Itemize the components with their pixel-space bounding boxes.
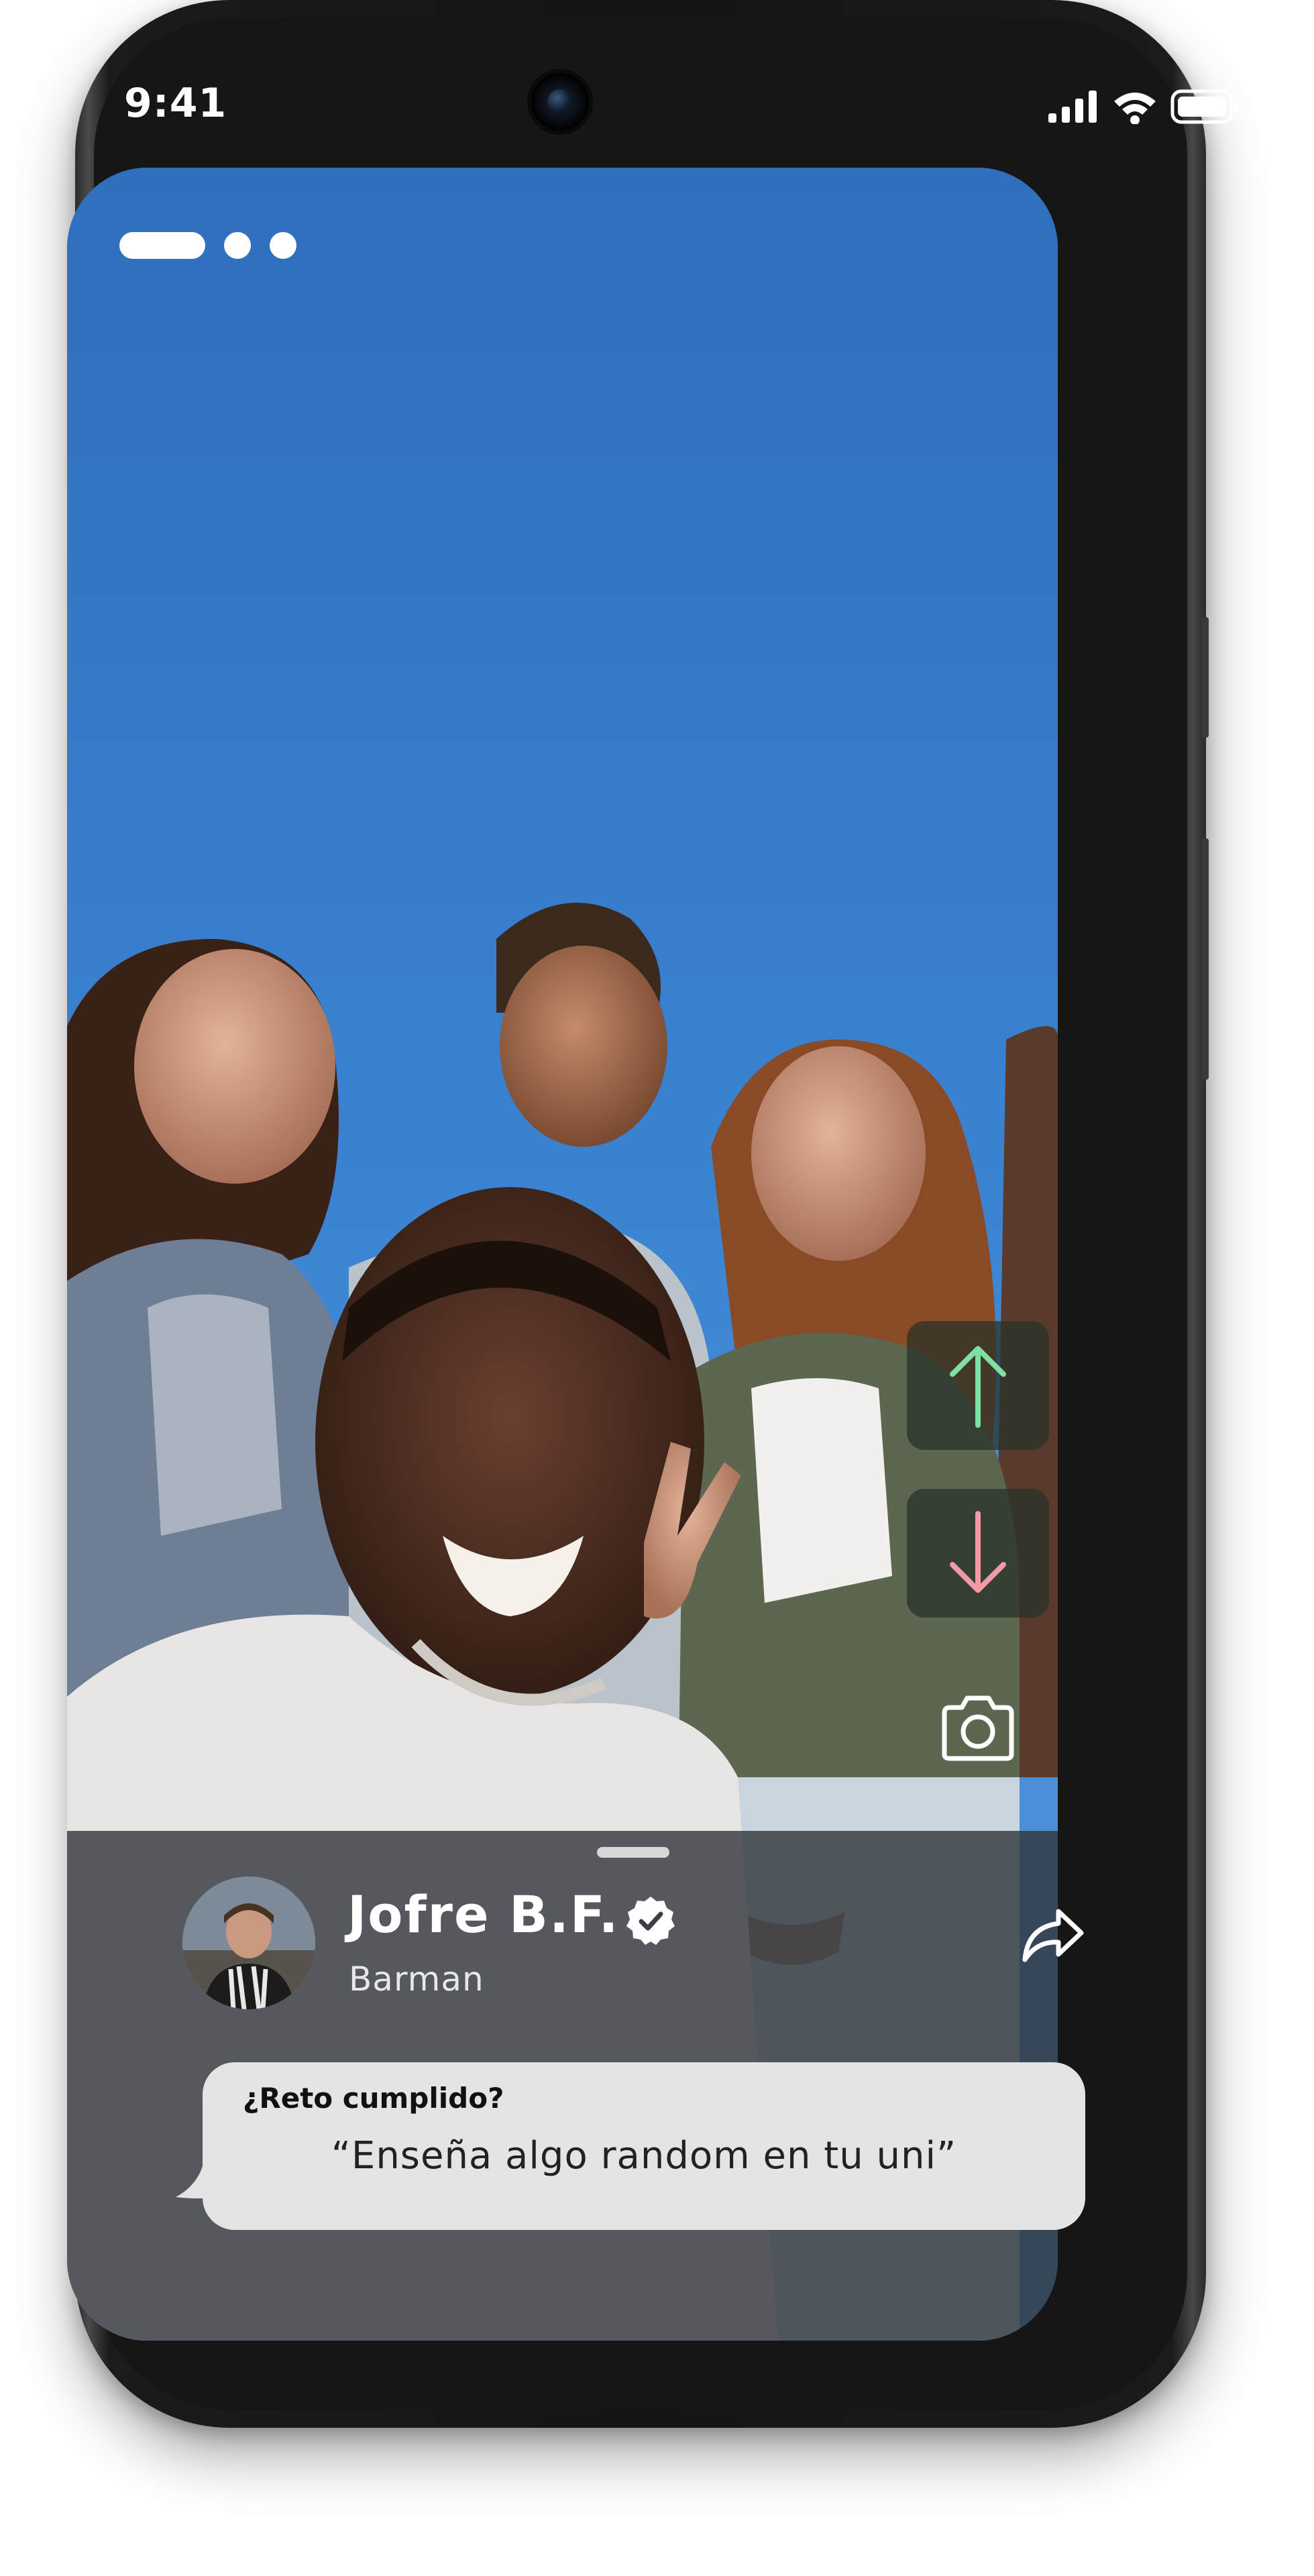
camera-button[interactable] — [907, 1663, 1049, 1792]
status-bar: 9:41 — [0, 70, 1314, 144]
story-progress-indicator — [119, 232, 296, 259]
wifi-icon — [1114, 93, 1156, 124]
volume-button — [1202, 617, 1209, 738]
user-role: Barman — [349, 1960, 484, 1999]
battery-icon — [1170, 89, 1239, 124]
share-button[interactable] — [1013, 1898, 1093, 1972]
camera-icon — [942, 1695, 1014, 1761]
drag-handle[interactable] — [597, 1847, 669, 1858]
upvote-button[interactable] — [907, 1321, 1049, 1450]
story-screen[interactable] — [67, 168, 1058, 2341]
progress-segment — [224, 232, 251, 259]
power-button — [1202, 838, 1209, 1080]
status-icons — [1048, 87, 1240, 127]
verified-badge-icon — [626, 1897, 675, 1945]
downvote-button[interactable] — [907, 1489, 1049, 1618]
arrow-up-icon — [950, 1346, 1006, 1428]
user-name: Jofre B.F. — [347, 1885, 620, 1944]
avatar-image — [182, 1877, 315, 2009]
status-time: 9:41 — [124, 80, 227, 127]
arrow-down-icon — [950, 1511, 1006, 1593]
progress-segment-active — [119, 232, 205, 259]
challenge-quote: “Enseña algo random en tu uni” — [331, 2134, 957, 2178]
share-icon — [1022, 1909, 1084, 1962]
front-camera — [531, 73, 589, 131]
progress-segment — [270, 232, 296, 259]
avatar[interactable] — [182, 1877, 315, 2009]
challenge-title: ¿Reto cumplido? — [243, 2082, 504, 2115]
cellular-signal-icon — [1048, 91, 1097, 123]
